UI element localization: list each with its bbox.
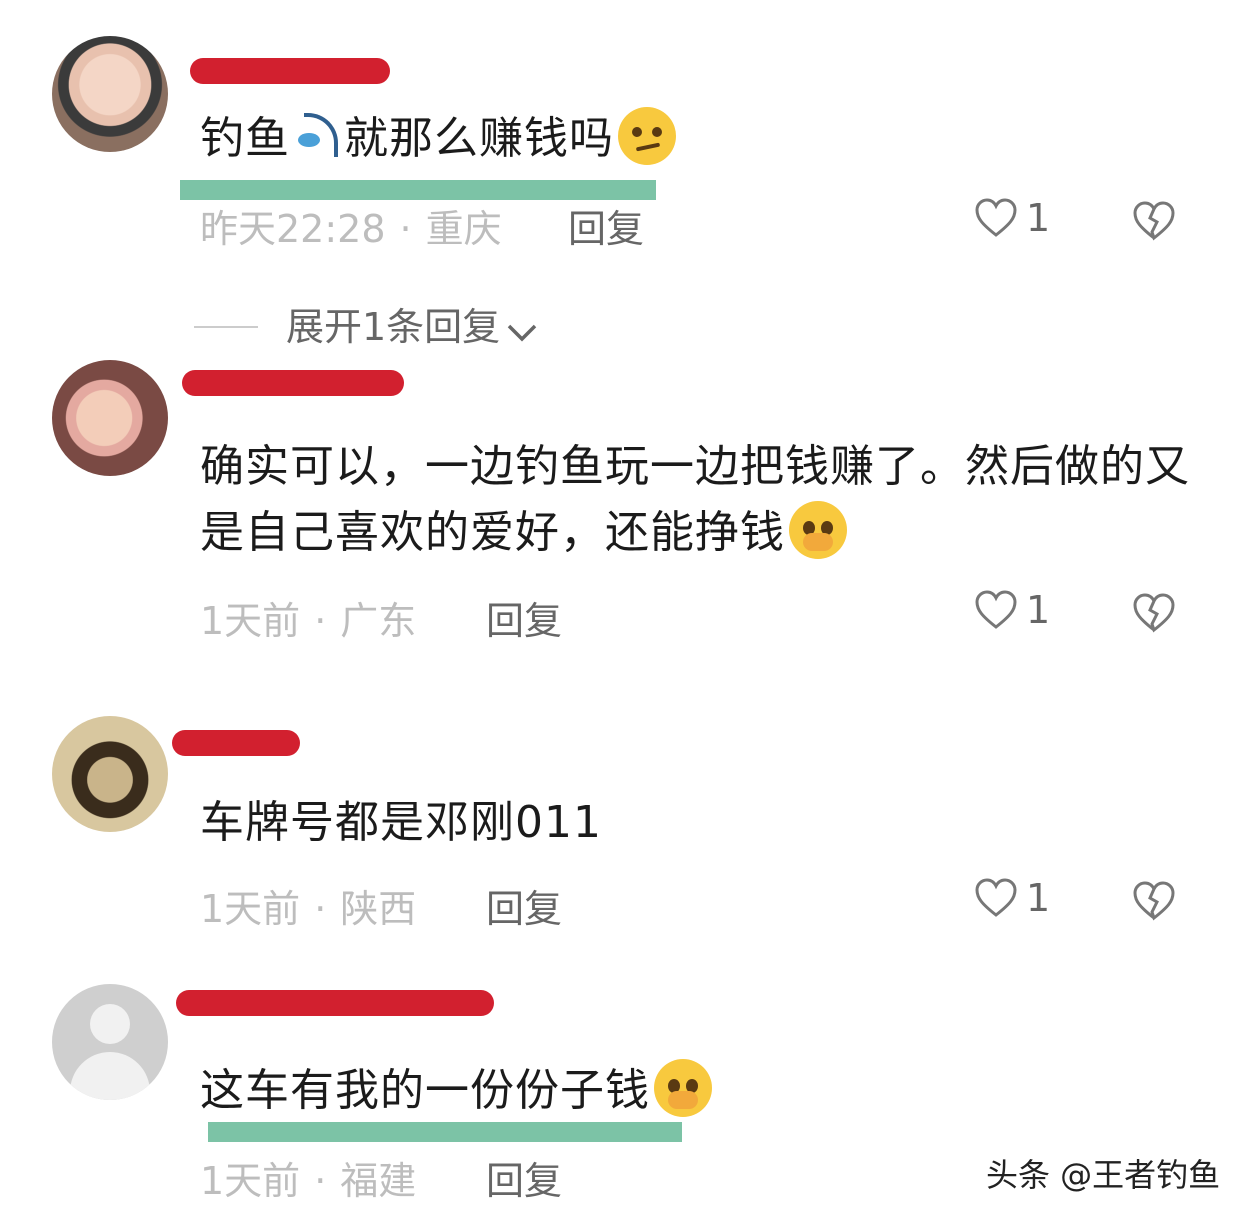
heart-outline-icon [975,590,1017,629]
heart-outline-icon [975,198,1017,237]
comment-meta: 1天前 · 福建 [200,1150,416,1205]
comment-location: 陕西 [340,887,417,931]
comment-time: 1天前 [200,1159,301,1203]
pleading-hand-over-mouth-emoji [654,1059,712,1117]
comment-location: 福建 [340,1159,417,1203]
reply-button[interactable]: 回复 [486,590,562,645]
divider [194,326,258,328]
comment-text: 车牌号都是邓刚011 [200,790,1190,856]
comment-text-part-1: 钓鱼 [200,113,290,164]
broken-heart-icon [1133,201,1175,241]
avatar[interactable] [52,984,168,1100]
comment-meta: 昨天22:28 · 重庆 [200,198,502,253]
avatar[interactable] [52,36,168,152]
dislike-button[interactable] [1132,880,1176,926]
comment-text: 这车有我的一份份子钱 [200,1058,1190,1124]
comment-text: 钓鱼 就那么赚钱吗 [200,106,1190,172]
comment-location: 广东 [340,599,417,643]
reply-button[interactable]: 回复 [486,1150,562,1205]
pleading-hand-over-mouth-emoji [789,501,847,559]
username-redaction [176,990,494,1016]
comment-body: 车牌号都是邓刚011 [200,797,602,848]
like-button[interactable]: 1 [974,196,1050,240]
username-redaction [190,58,390,84]
username-redaction [182,370,404,396]
expand-replies-button[interactable]: 展开1条回复 [194,296,538,351]
separator: · [399,207,412,251]
comment-time: 1天前 [200,887,301,931]
highlight-underline [180,180,656,200]
broken-heart-icon [1133,881,1175,921]
username-redaction [172,730,300,756]
expand-replies-label: 展开1条回复 [286,305,501,349]
avatar[interactable] [52,716,168,832]
watermark: 头条 @王者钓鱼 [986,1156,1221,1194]
comment-text-part-2: 就那么赚钱吗 [344,113,614,164]
chevron-down-icon [507,324,537,342]
comment-body: 确实可以，一边钓鱼玩一边把钱赚了。然后做的又是自己喜欢的爱好，还能挣钱 [200,441,1190,558]
dislike-button[interactable] [1132,200,1176,246]
smirk-emoji [618,107,676,165]
comment-location: 重庆 [425,207,502,251]
highlight-underline [208,1122,682,1142]
fishing-pole-emoji [294,111,340,161]
separator: · [314,1159,327,1203]
like-count: 1 [1026,588,1051,632]
heart-outline-icon [975,878,1017,917]
comment-text: 确实可以，一边钓鱼玩一边把钱赚了。然后做的又是自己喜欢的爱好，还能挣钱 [200,434,1190,566]
comment-meta: 1天前 · 陕西 [200,878,416,933]
comment-time: 昨天22:28 [200,207,386,251]
dislike-button[interactable] [1132,592,1176,638]
avatar[interactable] [52,360,168,476]
comment-body: 这车有我的一份份子钱 [200,1065,650,1116]
reply-button[interactable]: 回复 [486,878,562,933]
separator: · [314,599,327,643]
comment-time: 1天前 [200,599,301,643]
reply-button[interactable]: 回复 [568,198,644,253]
separator: · [314,887,327,931]
like-count: 1 [1026,196,1051,240]
broken-heart-icon [1133,593,1175,633]
like-button[interactable]: 1 [974,876,1050,920]
like-button[interactable]: 1 [974,588,1050,632]
comment-meta: 1天前 · 广东 [200,590,416,645]
like-count: 1 [1026,876,1051,920]
